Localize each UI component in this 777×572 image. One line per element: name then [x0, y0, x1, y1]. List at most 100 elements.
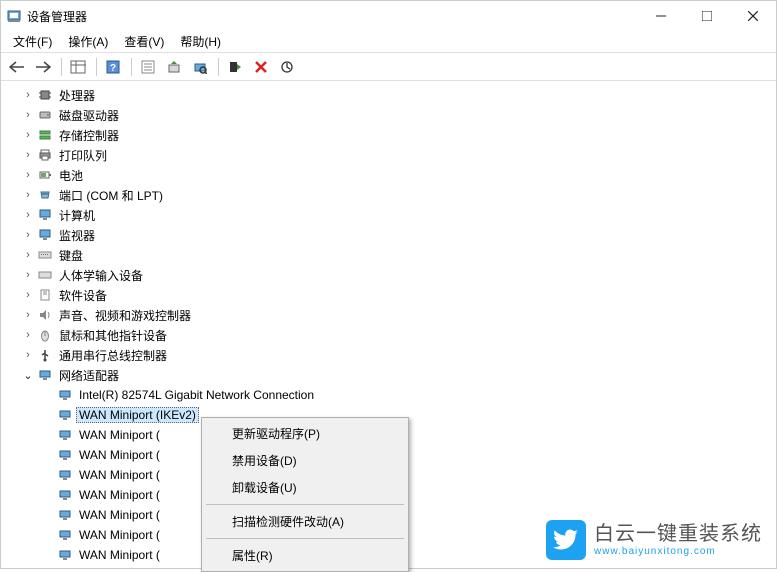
network-adapter-icon [57, 507, 73, 523]
tree-item-network-adapters[interactable]: ⌄ 网络适配器 [7, 365, 776, 385]
properties-button[interactable] [136, 56, 160, 78]
processor-icon [37, 87, 53, 103]
back-button[interactable] [5, 56, 29, 78]
tree-item-batteries[interactable]: › 电池 [7, 165, 776, 185]
menu-file[interactable]: 文件(F) [5, 31, 60, 52]
port-icon [37, 187, 53, 203]
update-driver-button[interactable] [162, 56, 186, 78]
expand-icon[interactable]: › [21, 189, 35, 201]
tree-item-label: 监视器 [56, 226, 98, 245]
tree-item-label: 存储控制器 [56, 126, 122, 145]
tree-item-network-device[interactable]: Intel(R) 82574L Gigabit Network Connecti… [7, 385, 776, 405]
app-icon [7, 9, 21, 23]
minimize-button[interactable] [638, 1, 684, 31]
tree-item-label: Intel(R) 82574L Gigabit Network Connecti… [76, 387, 317, 403]
expand-icon[interactable]: › [21, 249, 35, 261]
scan-hardware-button[interactable] [188, 56, 212, 78]
mouse-icon [37, 327, 53, 343]
brand-bird-icon [546, 520, 586, 560]
tree-item-computer[interactable]: › 计算机 [7, 205, 776, 225]
toolbar-separator [61, 58, 62, 76]
menu-bar: 文件(F) 操作(A) 查看(V) 帮助(H) [1, 31, 776, 53]
tree-item-hid[interactable]: › 人体学输入设备 [7, 265, 776, 285]
network-adapter-icon [57, 447, 73, 463]
monitor-icon [37, 227, 53, 243]
network-adapter-icon [57, 387, 73, 403]
tree-item-keyboards[interactable]: › 键盘 [7, 245, 776, 265]
tree-item-sound[interactable]: › 声音、视频和游戏控制器 [7, 305, 776, 325]
tree-item-label: 声音、视频和游戏控制器 [56, 306, 194, 325]
network-adapter-icon [57, 527, 73, 543]
tree-item-mice[interactable]: › 鼠标和其他指针设备 [7, 325, 776, 345]
ctx-uninstall-device[interactable]: 卸载设备(U) [204, 474, 406, 501]
expand-icon[interactable]: › [21, 209, 35, 221]
tree-item-usb[interactable]: › 通用串行总线控制器 [7, 345, 776, 365]
expand-icon[interactable]: › [21, 149, 35, 161]
uninstall-device-button[interactable] [249, 56, 273, 78]
tree-item-label: WAN Miniport ( [76, 547, 163, 563]
ctx-separator [206, 538, 404, 539]
expand-icon[interactable]: › [21, 129, 35, 141]
battery-icon [37, 167, 53, 183]
menu-view[interactable]: 查看(V) [116, 31, 172, 52]
expand-icon[interactable]: › [21, 289, 35, 301]
network-adapter-icon [57, 427, 73, 443]
network-icon [37, 367, 53, 383]
ctx-scan-hardware[interactable]: 扫描检测硬件改动(A) [204, 508, 406, 535]
ctx-properties[interactable]: 属性(R) [204, 542, 406, 569]
tree-item-storage-controllers[interactable]: › 存储控制器 [7, 125, 776, 145]
tree-item-label: 磁盘驱动器 [56, 106, 122, 125]
keyboard-icon [37, 247, 53, 263]
menu-action[interactable]: 操作(A) [60, 31, 116, 52]
tree-item-label: WAN Miniport (IKEv2) [76, 407, 199, 423]
hid-icon [37, 267, 53, 283]
ctx-update-driver[interactable]: 更新驱动程序(P) [204, 420, 406, 447]
tree-item-label: 电池 [56, 166, 86, 185]
sound-icon [37, 307, 53, 323]
tree-item-label: WAN Miniport ( [76, 447, 163, 463]
tree-item-label: 处理器 [56, 86, 98, 105]
close-button[interactable] [730, 1, 776, 31]
watermark-brand: 白云一键重装系统 www.baiyunxitong.com [546, 520, 762, 560]
forward-button[interactable] [31, 56, 55, 78]
toolbar-separator [96, 58, 97, 76]
brand-url: www.baiyunxitong.com [594, 546, 762, 558]
tree-item-label: 人体学输入设备 [56, 266, 146, 285]
tree-item-label: WAN Miniport ( [76, 467, 163, 483]
disable-device-button[interactable] [275, 56, 299, 78]
show-hide-console-button[interactable] [66, 56, 90, 78]
help-button[interactable]: ? [101, 56, 125, 78]
expand-icon[interactable]: › [21, 109, 35, 121]
tree-item-print-queues[interactable]: › 打印队列 [7, 145, 776, 165]
toolbar: ? [1, 53, 776, 81]
expand-icon[interactable]: › [21, 309, 35, 321]
maximize-button[interactable] [684, 1, 730, 31]
tree-item-label: 软件设备 [56, 286, 110, 305]
brand-title: 白云一键重装系统 [594, 522, 762, 546]
expand-icon[interactable]: › [21, 329, 35, 341]
ctx-separator [206, 504, 404, 505]
tree-item-label: 网络适配器 [56, 366, 122, 385]
expand-icon[interactable]: › [21, 89, 35, 101]
menu-help[interactable]: 帮助(H) [172, 31, 229, 52]
tree-item-disk-drives[interactable]: › 磁盘驱动器 [7, 105, 776, 125]
tree-item-processors[interactable]: › 处理器 [7, 85, 776, 105]
tree-item-software-devices[interactable]: › 软件设备 [7, 285, 776, 305]
collapse-icon[interactable]: ⌄ [21, 369, 35, 382]
expand-icon[interactable]: › [21, 169, 35, 181]
tree-item-label: 通用串行总线控制器 [56, 346, 170, 365]
expand-icon[interactable]: › [21, 229, 35, 241]
expand-icon[interactable]: › [21, 349, 35, 361]
tree-item-monitors[interactable]: › 监视器 [7, 225, 776, 245]
tree-item-label: 端口 (COM 和 LPT) [56, 186, 166, 205]
svg-text:?: ? [110, 63, 116, 74]
tree-item-label: WAN Miniport ( [76, 487, 163, 503]
expand-icon[interactable]: › [21, 269, 35, 281]
ctx-disable-device[interactable]: 禁用设备(D) [204, 447, 406, 474]
toolbar-separator [218, 58, 219, 76]
enable-device-button[interactable] [223, 56, 247, 78]
computer-icon [37, 207, 53, 223]
network-adapter-icon [57, 487, 73, 503]
tree-item-label: WAN Miniport ( [76, 427, 163, 443]
tree-item-ports[interactable]: › 端口 (COM 和 LPT) [7, 185, 776, 205]
